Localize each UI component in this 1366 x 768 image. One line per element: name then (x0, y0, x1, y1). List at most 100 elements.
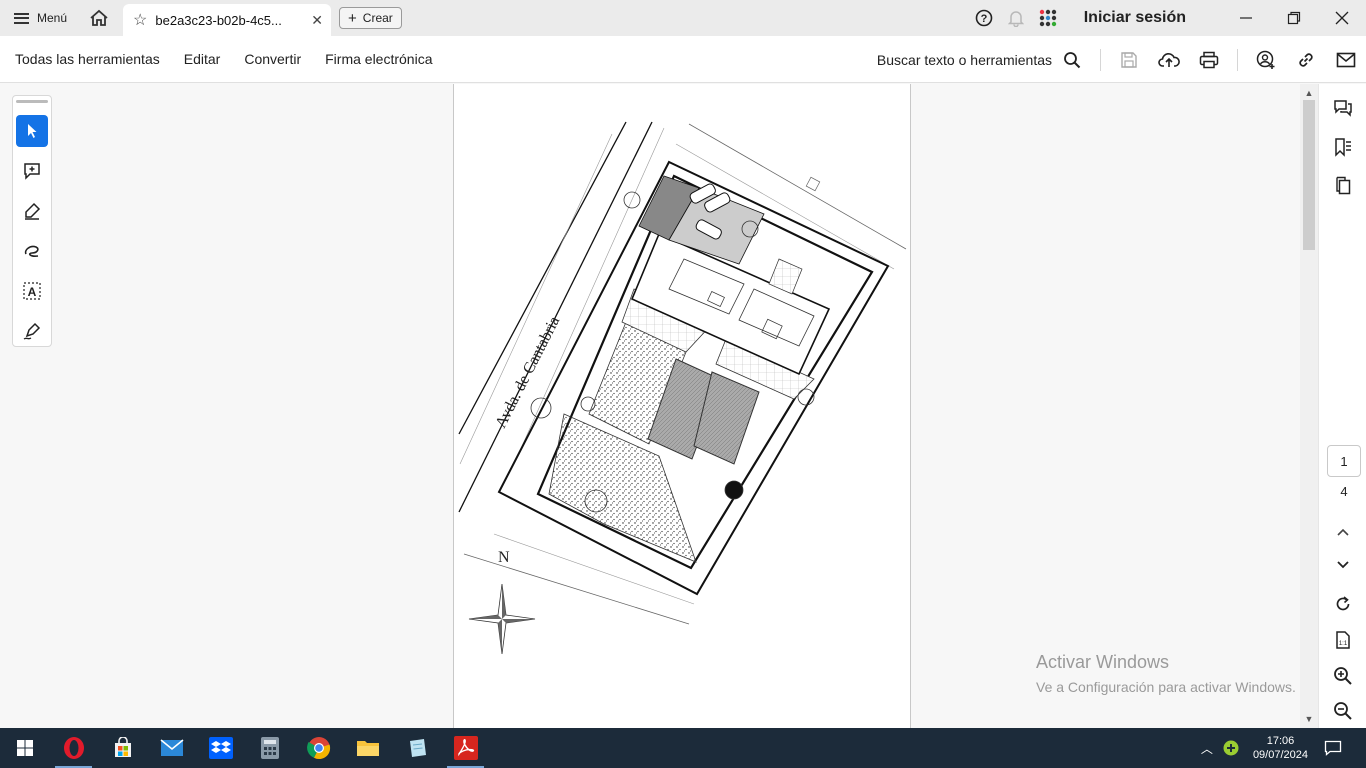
toolbar-divider (1237, 48, 1238, 71)
comment-plus-icon (24, 163, 40, 180)
start-button[interactable] (0, 728, 49, 768)
apps-grid-icon[interactable] (1036, 6, 1060, 30)
chrome-app[interactable] (294, 728, 343, 768)
scroll-thumb[interactable] (1303, 100, 1315, 250)
home-icon (90, 9, 108, 26)
bell-icon[interactable] (1004, 6, 1028, 30)
svg-text:1:1: 1:1 (1339, 641, 1348, 647)
notes-app[interactable] (392, 728, 441, 768)
print-icon[interactable] (1197, 48, 1221, 72)
clock-time: 17:06 (1266, 735, 1295, 747)
share-user-icon[interactable] (1254, 48, 1278, 72)
site-plan-drawing: Avda. de Cantabria N (458, 121, 907, 655)
save-icon[interactable] (1117, 48, 1141, 72)
upload-cloud-icon[interactable] (1157, 48, 1181, 72)
create-button[interactable]: + Crear (339, 7, 402, 29)
plus-icon: + (348, 9, 357, 27)
quick-tools-panel: A (12, 95, 52, 347)
store-icon (114, 737, 131, 757)
mail-icon (159, 739, 184, 756)
store-app[interactable] (98, 728, 147, 768)
esign-menu[interactable]: Firma electrónica (325, 51, 432, 67)
close-tab-icon[interactable]: ✕ (311, 12, 323, 29)
mail-app[interactable] (147, 728, 196, 768)
bookmarks-icon[interactable] (1331, 135, 1355, 159)
search-tools-label[interactable]: Buscar texto o herramientas (877, 52, 1052, 68)
file-explorer-app[interactable] (343, 728, 392, 768)
panel-grip[interactable] (16, 100, 48, 103)
pen-sign-icon (23, 322, 41, 340)
zoom-out-icon[interactable] (1331, 699, 1355, 723)
previous-page-icon[interactable] (1331, 520, 1355, 544)
plus-badge-icon (1223, 740, 1239, 756)
signin-button[interactable]: Iniciar sesión (1084, 9, 1186, 27)
add-comment-tool[interactable] (16, 155, 48, 187)
scroll-down-arrow-icon[interactable]: ▼ (1300, 712, 1318, 726)
page-thumbnails-icon[interactable] (1331, 174, 1355, 198)
opera-icon (63, 737, 84, 759)
show-hidden-icons-icon[interactable]: ︿ (1201, 740, 1213, 757)
tab-title: be2a3c23-b02b-4c5... (155, 12, 282, 28)
dropbox-icon (208, 737, 233, 759)
text-box-tool[interactable]: A (16, 275, 48, 307)
scroll-up-arrow-icon[interactable]: ▲ (1300, 86, 1318, 100)
system-clock[interactable]: 17:06 09/07/2024 (1253, 734, 1308, 762)
main-toolbar: Todas las herramientas Editar Convertir … (0, 36, 1366, 83)
dropbox-app[interactable] (196, 728, 245, 768)
current-page-input[interactable]: 1 (1327, 445, 1361, 477)
marker-icon (25, 202, 41, 220)
title-bar: Menú ☆ be2a3c23-b02b-4c5... ✕ + Crear ? … (0, 0, 1366, 36)
windows-taskbar: ︿ 17:06 09/07/2024 (0, 728, 1366, 768)
pdf-page[interactable]: Avda. de Cantabria N (453, 84, 911, 728)
restore-button[interactable] (1270, 0, 1318, 36)
zoom-in-icon[interactable] (1331, 664, 1355, 688)
help-icon[interactable]: ? (972, 6, 996, 30)
email-icon[interactable] (1334, 48, 1358, 72)
rotate-icon[interactable] (1331, 592, 1355, 616)
acrobat-icon (453, 736, 478, 760)
freehand-icon (24, 245, 39, 257)
convert-menu[interactable]: Convertir (244, 51, 301, 67)
total-pages: 4 (1340, 484, 1348, 499)
comments-icon[interactable] (1331, 96, 1355, 120)
right-rail: 1 4 1:1 (1318, 84, 1366, 728)
note-icon (409, 739, 426, 757)
windows-activation-watermark: Activar Windows Ve a Configuración para … (1036, 652, 1296, 695)
home-button[interactable] (81, 0, 117, 36)
menu-label: Menú (37, 11, 68, 25)
close-window-button[interactable] (1318, 0, 1366, 36)
north-label: N (498, 549, 510, 566)
sign-tool[interactable] (16, 315, 48, 347)
folder-icon (356, 741, 379, 756)
clock-date: 09/07/2024 (1252, 749, 1308, 761)
vertical-scrollbar[interactable]: ▲ ▼ (1300, 84, 1318, 728)
document-tab[interactable]: ☆ be2a3c23-b02b-4c5... ✕ (123, 4, 332, 36)
acrobat-app[interactable] (441, 728, 490, 768)
star-icon[interactable]: ☆ (133, 10, 147, 30)
search-icon[interactable] (1060, 48, 1084, 72)
text-box-icon: A (23, 282, 41, 300)
hamburger-icon (14, 12, 29, 24)
cursor-arrow-icon (28, 124, 37, 138)
watermark-title: Activar Windows (1036, 652, 1170, 672)
create-label: Crear (362, 11, 393, 25)
link-icon[interactable] (1294, 48, 1318, 72)
calculator-icon (260, 737, 279, 759)
opera-app[interactable] (49, 728, 98, 768)
draw-tool[interactable] (16, 235, 48, 267)
highlight-tool[interactable] (16, 195, 48, 227)
svg-text:A: A (28, 285, 37, 299)
toolbar-divider (1100, 48, 1101, 71)
chrome-icon (306, 737, 330, 760)
fit-page-icon[interactable]: 1:1 (1331, 628, 1355, 652)
menu-button[interactable]: Menú (0, 0, 79, 36)
next-page-icon[interactable] (1331, 553, 1355, 577)
all-tools-menu[interactable]: Todas las herramientas (15, 51, 160, 67)
edit-menu[interactable]: Editar (184, 51, 221, 67)
document-viewer[interactable]: Avda. de Cantabria N (0, 84, 1318, 728)
minimize-button[interactable] (1222, 0, 1270, 36)
notifications-icon (1324, 740, 1342, 756)
select-tool[interactable] (16, 115, 48, 147)
svg-text:?: ? (980, 13, 987, 25)
calculator-app[interactable] (245, 728, 294, 768)
